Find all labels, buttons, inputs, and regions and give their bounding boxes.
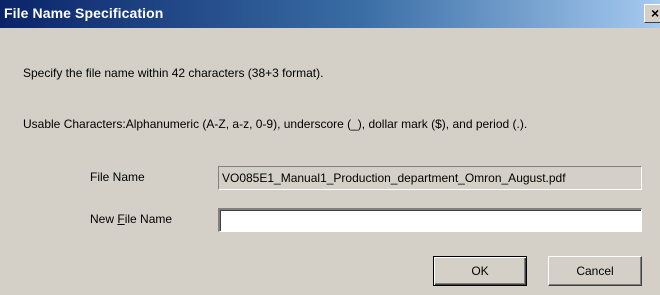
cancel-button[interactable]: Cancel (548, 256, 642, 286)
ok-button[interactable]: OK (433, 256, 527, 286)
new-file-name-label-post: ile Name (124, 212, 173, 226)
close-icon[interactable]: × (644, 4, 660, 23)
new-file-name-input[interactable] (218, 208, 642, 232)
title-bar[interactable]: File Name Specification × (0, 0, 660, 28)
file-name-label: File Name (90, 170, 145, 184)
new-file-name-label-pre: New (90, 212, 118, 226)
file-name-value: VO085E1_Manual1_Production_department_Om… (218, 166, 642, 190)
instruction-characters: Usable Characters:Alphanumeric (A-Z, a-z… (23, 117, 528, 131)
instruction-length: Specify the file name within 42 characte… (23, 66, 324, 80)
file-name-specification-dialog: File Name Specification × Specify the fi… (0, 0, 660, 295)
dialog-title: File Name Specification (4, 5, 164, 21)
new-file-name-label-mnemonic: F (117, 212, 125, 226)
new-file-name-label: New File Name (90, 212, 172, 226)
